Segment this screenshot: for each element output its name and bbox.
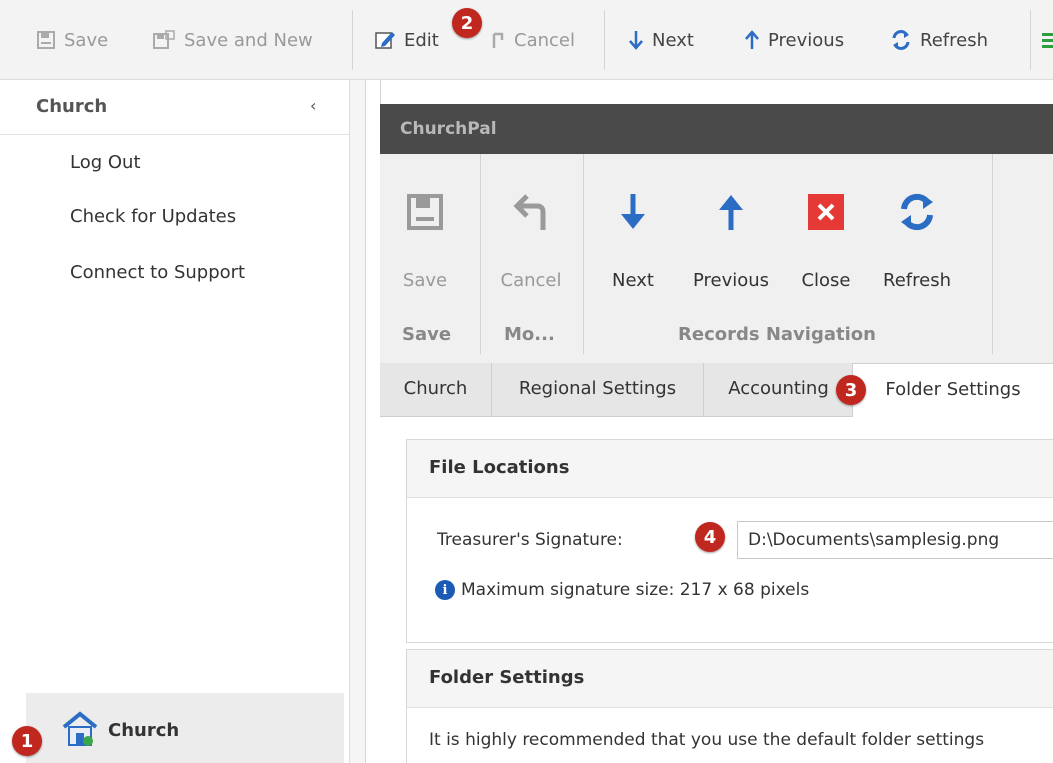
ribbon-save-button[interactable]: Save — [380, 184, 470, 291]
save-and-new-label: Save and New — [184, 29, 313, 51]
folder-settings-group: Folder Settings It is highly recommended… — [406, 649, 1053, 763]
refresh-label: Refresh — [920, 29, 988, 51]
signature-size-hint: i Maximum signature size: 217 x 68 pixel… — [435, 580, 809, 600]
nav-footer-label: Church — [108, 720, 180, 741]
chevron-left-icon[interactable]: ‹ — [310, 96, 316, 115]
ribbon-close-label: Close — [801, 270, 851, 291]
ribbon-next-label: Next — [612, 270, 654, 291]
toolbar-separator — [1030, 10, 1031, 70]
file-locations-header: File Locations — [407, 440, 1053, 498]
previous-label: Previous — [768, 29, 845, 51]
tab-regional-settings[interactable]: Regional Settings — [492, 363, 704, 417]
folder-settings-description: It is highly recommended that you use th… — [429, 730, 985, 750]
ribbon-separator — [992, 154, 993, 354]
ribbon-cancel-button[interactable]: Cancel — [486, 184, 576, 291]
nav-item-log-out[interactable]: Log Out — [70, 152, 141, 173]
tab-church[interactable]: Church — [380, 363, 492, 417]
window-title: ChurchPal — [400, 119, 497, 139]
nav-footer-church[interactable]: Church — [26, 693, 344, 763]
ribbon-group-records-navigation: Records Navigation — [678, 324, 876, 345]
arrow-down-icon — [628, 30, 644, 50]
window-titlebar: ChurchPal — [380, 104, 1053, 154]
close-icon — [786, 184, 866, 240]
save-icon — [380, 184, 470, 240]
arrow-up-icon — [686, 184, 776, 240]
ribbon-separator — [480, 154, 481, 354]
nav-item-check-for-updates[interactable]: Check for Updates — [70, 206, 236, 227]
ribbon-refresh-button[interactable]: Refresh — [872, 184, 962, 291]
treasurer-signature-label: Treasurer's Signature: — [437, 530, 623, 550]
toolbar-separator — [352, 10, 353, 70]
signature-size-hint-text: Maximum signature size: 217 x 68 pixels — [461, 580, 810, 600]
refresh-button[interactable]: Refresh — [890, 22, 988, 58]
next-button[interactable]: Next — [628, 22, 694, 58]
ribbon-refresh-label: Refresh — [883, 270, 951, 291]
tab-folder-settings[interactable]: Folder Settings — [852, 363, 1053, 418]
church-icon — [60, 711, 100, 752]
ribbon-group-save: Save — [402, 324, 452, 345]
next-label: Next — [652, 29, 694, 51]
save-new-icon — [152, 30, 176, 50]
toolbar-separator — [604, 10, 605, 70]
refresh-icon — [890, 29, 912, 51]
callout-1-badge: 1 — [12, 726, 42, 756]
ribbon-group-more: Mo... — [504, 324, 555, 345]
ribbon-close-button[interactable]: Close — [786, 184, 866, 291]
tab-accounting[interactable]: Accounting — [704, 363, 854, 417]
export-button[interactable] — [1042, 22, 1053, 58]
grid-icon — [1042, 30, 1053, 50]
left-navigation: Church ‹ Log Out Check for Updates Conne… — [0, 80, 350, 763]
treasurer-signature-input[interactable]: D:\Documents\samplesig.png — [737, 521, 1053, 559]
save-label: Save — [64, 29, 109, 51]
nav-group-title: Church — [36, 96, 108, 117]
edit-button[interactable]: Edit — [374, 22, 439, 58]
callout-2-badge: 2 — [452, 8, 482, 38]
ribbon-save-label: Save — [402, 270, 448, 291]
cancel-label: Cancel — [514, 29, 575, 51]
info-icon: i — [435, 580, 455, 600]
folder-settings-header: Folder Settings — [407, 650, 1053, 708]
tab-strip: Church Regional Settings Accounting Fold… — [380, 363, 1053, 418]
ribbon-next-button[interactable]: Next — [588, 184, 678, 291]
edit-label: Edit — [404, 29, 439, 51]
nav-item-connect-to-support[interactable]: Connect to Support — [70, 262, 245, 283]
nav-group-header[interactable]: Church ‹ — [0, 80, 350, 135]
undo-icon — [490, 30, 506, 50]
ribbon-previous-button[interactable]: Previous — [686, 184, 776, 291]
arrow-up-icon — [744, 30, 760, 50]
ribbon-cancel-label: Cancel — [500, 270, 562, 291]
refresh-icon — [872, 184, 962, 240]
tab-panel-folder-settings: File Locations Treasurer's Signature: 4 … — [380, 417, 1053, 763]
save-button[interactable]: Save — [36, 22, 108, 58]
main-area: ChurchPal Save Cancel Next Previous Clos… — [365, 80, 1053, 763]
previous-button[interactable]: Previous — [744, 22, 844, 58]
cancel-button[interactable]: Cancel — [490, 22, 575, 58]
arrow-down-icon — [588, 184, 678, 240]
save-icon — [36, 30, 56, 50]
save-and-new-button[interactable]: Save and New — [152, 22, 313, 58]
file-locations-group: File Locations Treasurer's Signature: 4 … — [406, 439, 1053, 643]
callout-4-badge: 4 — [695, 522, 725, 552]
undo-icon — [486, 184, 576, 240]
edit-icon — [374, 29, 396, 51]
ribbon-separator — [583, 154, 584, 354]
top-toolbar: Save Save and New Edit Cancel Next Previ… — [0, 0, 1053, 80]
ribbon-previous-label: Previous — [692, 270, 770, 291]
callout-3-badge: 3 — [836, 375, 866, 405]
